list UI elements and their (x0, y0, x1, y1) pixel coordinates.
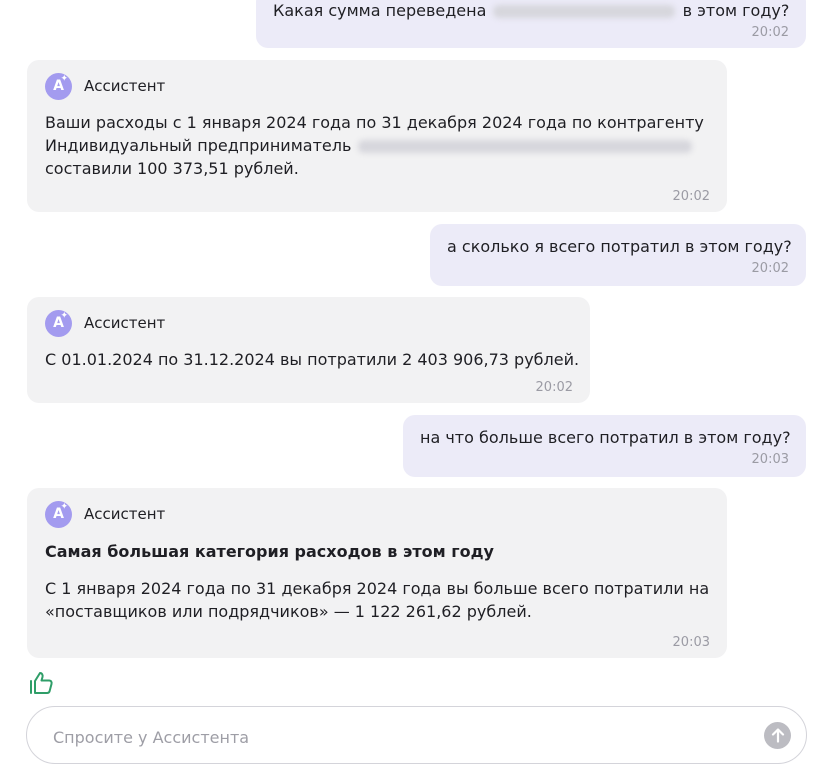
redacted-text (493, 5, 676, 18)
assistant-message-text: С 1 января 2024 года по 31 декабря 2024 … (45, 577, 709, 623)
assistant-avatar-icon: A ✦ (45, 500, 72, 528)
user-message-3: на что больше всего потратил в этом году… (403, 415, 806, 477)
redacted-text (358, 140, 693, 153)
thumbs-up-icon[interactable] (28, 671, 54, 695)
message-text-part: Индивидуальный предприниматель (45, 136, 352, 155)
assistant-name: Ассистент (84, 505, 166, 523)
user-message-text: а сколько я всего потратил в этом году? (447, 237, 792, 256)
assistant-message-1: A ✦ Ассистент Ваши расходы с 1 января 202… (27, 60, 727, 212)
arrow-up-icon (771, 728, 784, 743)
ask-assistant-input[interactable] (51, 724, 735, 750)
assistant-message-2: A ✦ Ассистент С 01.01.2024 по 31.12.2024 … (27, 297, 590, 403)
message-text-part: Какая сумма переведена (273, 1, 487, 20)
message-text-part: в этом году? (682, 1, 790, 20)
message-line: С 1 января 2024 года по 31 декабря 2024 … (45, 579, 710, 598)
message-time: 20:03 (751, 452, 789, 467)
message-time: 20:02 (751, 261, 789, 276)
assistant-message-text: С 01.01.2024 по 31.12.2024 вы потратили … (45, 350, 580, 369)
assistant-message-heading: Самая большая категория расходов в этом … (45, 542, 494, 561)
message-time: 20:02 (751, 25, 789, 40)
message-line: «поставщиков или подрядчиков» — 1 122 26… (45, 602, 532, 621)
user-message-2: а сколько я всего потратил в этом году? … (430, 224, 806, 286)
send-button[interactable] (764, 722, 791, 749)
message-line: составили 100 373,51 рублей. (45, 159, 299, 178)
user-message-1: Какая сумма переведена в этом году? 20:0… (256, 0, 806, 48)
message-time: 20:02 (535, 380, 573, 395)
user-message-text: на что больше всего потратил в этом году… (420, 428, 791, 447)
user-message-text: Какая сумма переведена в этом году? (273, 0, 789, 22)
assistant-name: Ассистент (84, 77, 166, 95)
message-composer (26, 706, 807, 764)
message-line: Ваши расходы с 1 января 2024 года по 31 … (45, 113, 704, 132)
message-line: Индивидуальный предприниматель (45, 134, 709, 157)
assistant-message-text: Ваши расходы с 1 января 2024 года по 31 … (45, 111, 709, 180)
assistant-name: Ассистент (84, 314, 166, 332)
assistant-avatar-icon: A ✦ (45, 309, 72, 337)
message-time: 20:02 (672, 189, 710, 204)
message-time: 20:03 (672, 635, 710, 650)
assistant-message-3: A ✦ Ассистент Самая большая категория рас… (27, 488, 727, 658)
assistant-avatar-icon: A ✦ (45, 72, 72, 100)
